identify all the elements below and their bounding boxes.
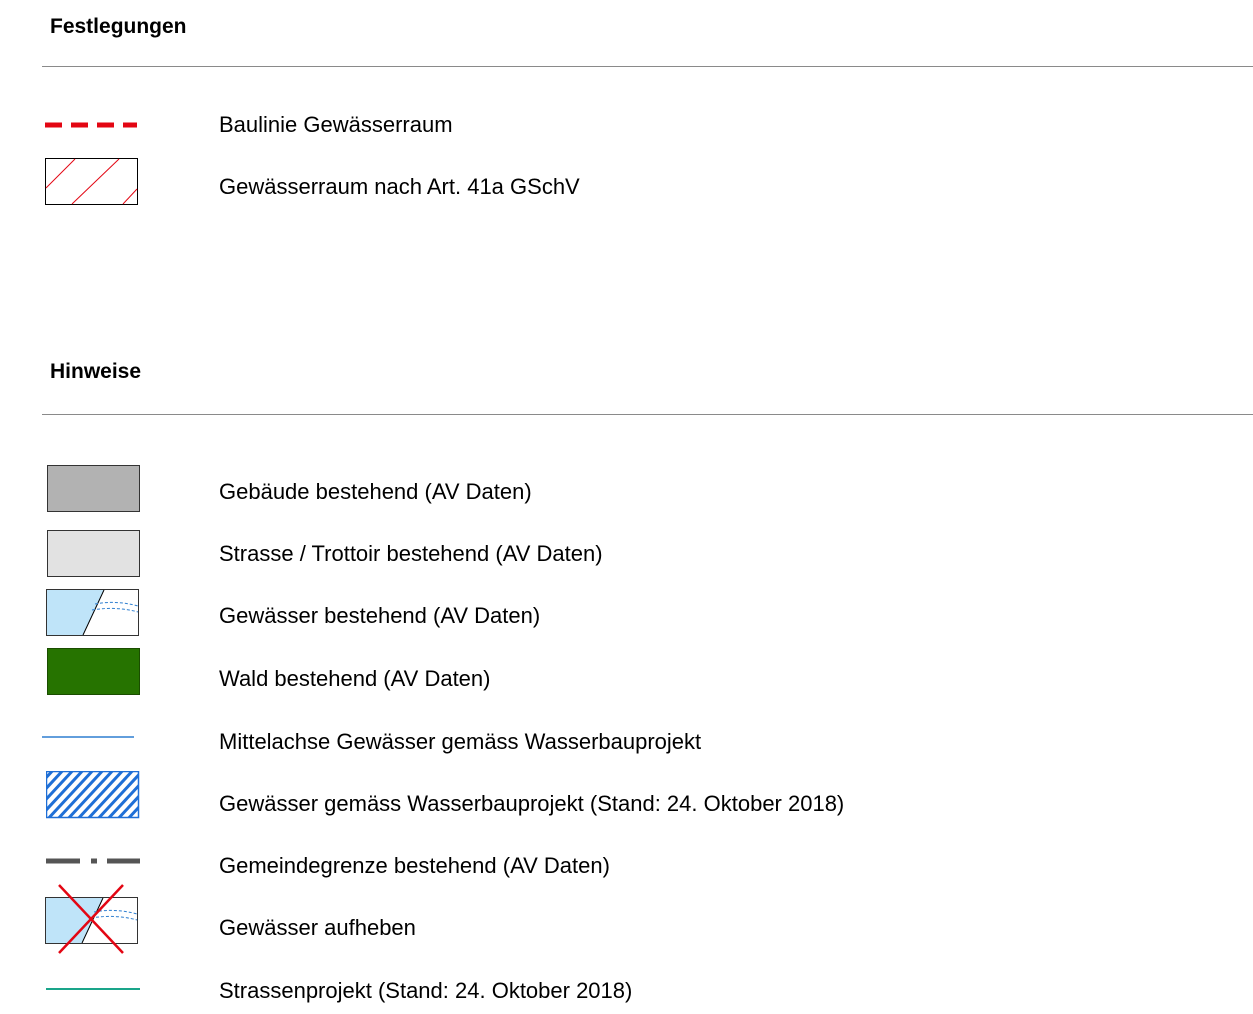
legend-label: Strassenprojekt (Stand: 24. Oktober 2018… — [219, 978, 633, 1003]
legend-label: Mittelachse Gewässer gemäss Wasserbaupro… — [219, 729, 702, 754]
red-hatch-box-icon — [45, 158, 138, 205]
divider — [42, 414, 1253, 415]
blue-line-icon — [42, 736, 134, 738]
legend-label: Wald bestehend (AV Daten) — [219, 666, 491, 691]
dash-dot-line-icon — [46, 858, 140, 864]
light-grey-box-icon — [47, 530, 140, 577]
legend-label: Strasse / Trottoir bestehend (AV Daten) — [219, 541, 603, 566]
grey-box-icon — [47, 465, 140, 512]
section-title-festlegungen: Festlegungen — [50, 15, 187, 38]
legend-label: Gewässer aufheben — [219, 915, 416, 940]
water-crossed-box-icon — [45, 884, 138, 954]
green-box-icon — [47, 648, 140, 695]
section-title-hinweise: Hinweise — [50, 360, 142, 383]
legend-label: Baulinie Gewässerraum — [219, 112, 453, 137]
legend-label: Gebäude bestehend (AV Daten) — [219, 479, 532, 504]
legend-label: Gewässer gemäss Wasserbauprojekt (Stand:… — [219, 791, 845, 816]
divider — [42, 66, 1253, 67]
legend-label: Gemeindegrenze bestehend (AV Daten) — [219, 853, 610, 878]
teal-line-icon — [46, 988, 140, 990]
blue-hatch-box-icon — [46, 771, 140, 819]
water-box-icon — [46, 589, 139, 636]
dashed-red-line-icon — [45, 122, 137, 128]
legend-label: Gewässerraum nach Art. 41a GSchV — [219, 174, 580, 199]
legend-label: Gewässer bestehend (AV Daten) — [219, 603, 541, 628]
